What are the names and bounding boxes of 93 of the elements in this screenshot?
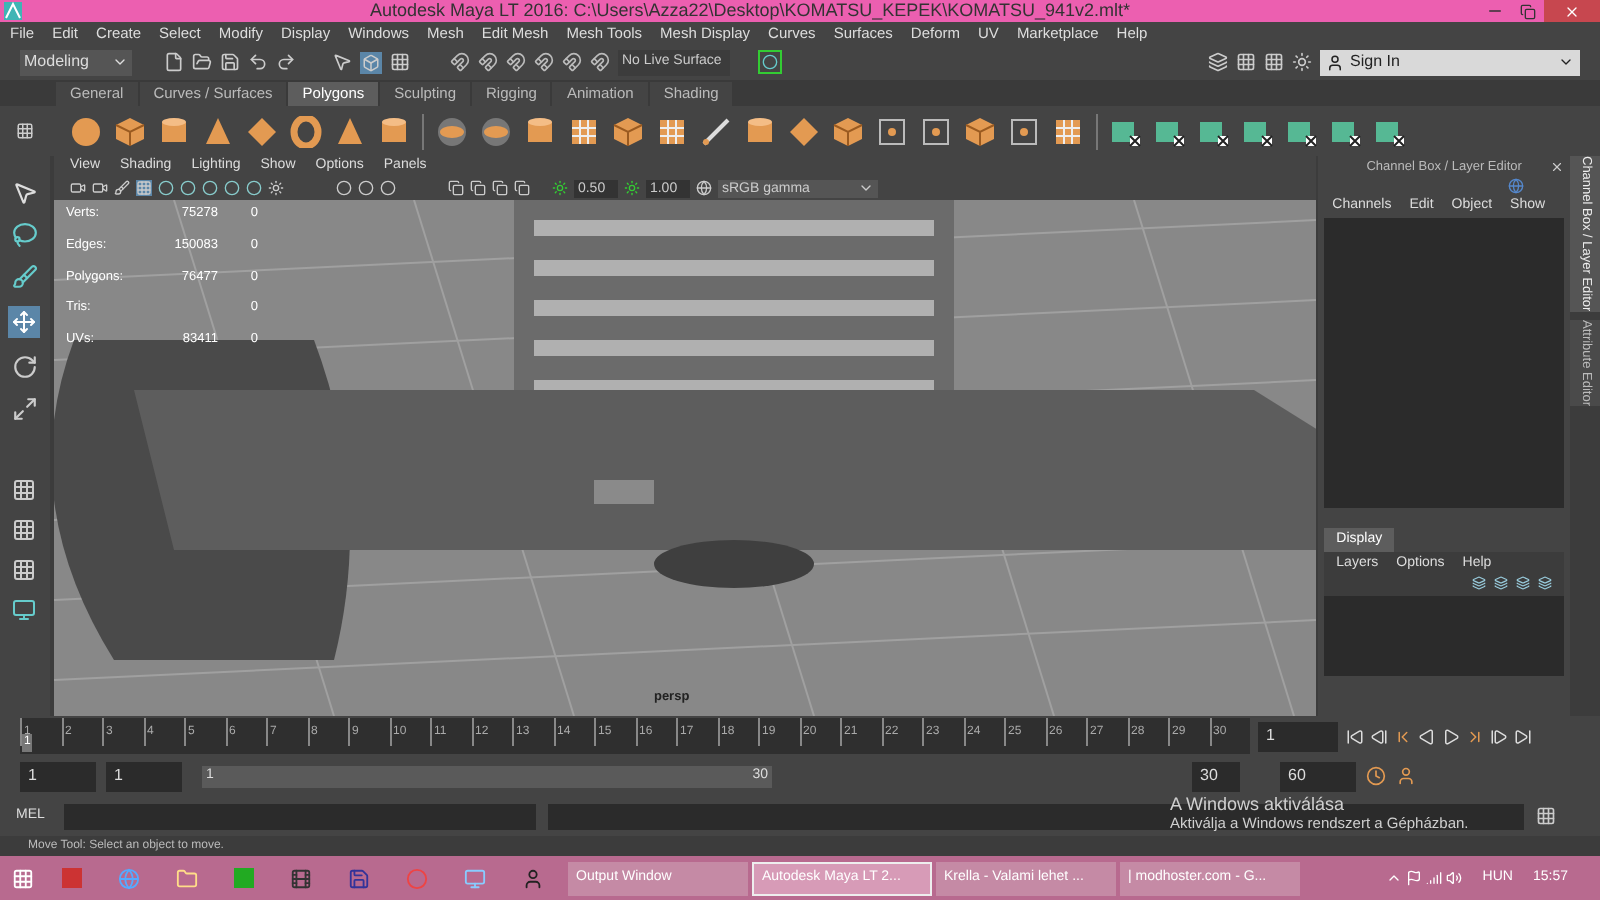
floppy-icon[interactable]	[348, 867, 370, 889]
diamond-icon[interactable]	[788, 115, 820, 147]
step-back-icon[interactable]	[1370, 727, 1388, 745]
lasso-tool-icon[interactable]	[11, 222, 38, 248]
activation-title: A Windows aktiválása	[1170, 794, 1345, 814]
cylinder-icon[interactable]	[378, 115, 410, 147]
move-icon	[12, 310, 37, 334]
disc-icon[interactable]	[436, 115, 468, 147]
play-icon[interactable]	[1442, 727, 1460, 745]
select-by-object-button[interactable]	[360, 51, 382, 73]
select-tool-icon[interactable]	[11, 180, 38, 206]
cylinder-icon[interactable]	[158, 115, 190, 147]
disc-icon[interactable]	[480, 115, 512, 147]
playback-end-field[interactable]: 30	[1192, 761, 1240, 791]
caret-icon	[1558, 54, 1574, 70]
render-button[interactable]	[758, 50, 782, 74]
cube-icon[interactable]	[612, 115, 644, 147]
layer-icon[interactable]	[1472, 576, 1486, 590]
restore-icon[interactable]	[1520, 3, 1536, 19]
magnet-icon[interactable]	[590, 52, 610, 72]
layer-icon[interactable]	[1538, 576, 1552, 590]
mode-dropdown[interactable]: Modeling	[20, 49, 132, 75]
folder-icon[interactable]	[176, 867, 198, 889]
grid-icon[interactable]	[568, 115, 600, 147]
go-to-end-icon[interactable]	[1514, 727, 1532, 745]
cube-icon[interactable]	[964, 115, 996, 147]
undo-icon[interactable]	[248, 52, 268, 72]
figure-icon[interactable]	[522, 867, 544, 889]
frame-icon[interactable]	[920, 115, 952, 147]
magnet-icon[interactable]	[450, 52, 470, 72]
film-icon[interactable]	[290, 867, 312, 889]
window-title: Autodesk Maya LT 2016: C:\Users\Azza22\Desktop\KOMATSU_KEPEK\KOMATSU_941v2.mlt*	[370, 0, 1130, 22]
cylinder-icon[interactable]	[744, 115, 776, 147]
playback-start-field[interactable]: 1	[106, 761, 182, 791]
brush-icon[interactable]	[113, 180, 130, 196]
cube-icon	[362, 53, 380, 71]
sign-in-dropdown[interactable]: Sign In	[1320, 49, 1580, 75]
new-file-icon[interactable]	[164, 52, 184, 72]
magnet-icon[interactable]	[562, 52, 582, 72]
folder-icon[interactable]	[192, 52, 212, 72]
volume-icon[interactable]	[1446, 870, 1463, 886]
diamond-icon[interactable]	[246, 115, 278, 147]
frame-icon[interactable]	[876, 115, 908, 147]
magnet-icon[interactable]	[478, 52, 498, 72]
close-icon[interactable]	[1550, 160, 1564, 174]
layer-icon[interactable]	[1494, 576, 1508, 590]
redo-icon[interactable]	[276, 52, 296, 72]
grid-icon[interactable]	[656, 115, 688, 147]
command-input-field[interactable]	[64, 803, 536, 829]
cylinder-icon[interactable]	[524, 115, 556, 147]
close-icon	[1564, 3, 1580, 19]
grid-toggle-button[interactable]	[135, 180, 152, 196]
character-icon[interactable]	[1396, 766, 1416, 786]
app-logo-icon	[4, 2, 22, 20]
go-to-start-icon[interactable]	[1346, 727, 1364, 745]
cone-icon[interactable]	[334, 115, 366, 147]
current-time-field[interactable]: 1	[1258, 721, 1338, 751]
tray-expand-icon[interactable]	[1386, 870, 1403, 886]
rotate-tool-icon[interactable]	[11, 354, 38, 380]
paint-select-icon[interactable]	[11, 264, 38, 290]
clock-icon[interactable]	[1366, 766, 1386, 786]
grid-icon	[135, 180, 152, 196]
move-tool-button[interactable]	[8, 306, 41, 338]
layers-icon[interactable]	[1208, 52, 1228, 72]
next-key-icon[interactable]	[1466, 727, 1484, 745]
sphere-icon[interactable]	[70, 115, 102, 147]
previous-key-icon[interactable]	[1394, 727, 1412, 745]
caret-icon	[112, 54, 128, 70]
start-time-field[interactable]: 1	[20, 761, 96, 791]
flag-icon[interactable]	[1406, 870, 1423, 886]
monitor-icon[interactable]	[12, 598, 37, 622]
light-icon[interactable]	[267, 180, 284, 196]
play-backwards-icon[interactable]	[1418, 727, 1436, 745]
layer-icon[interactable]	[1516, 576, 1530, 590]
camera-icon[interactable]	[69, 180, 86, 196]
save-icon[interactable]	[220, 52, 240, 72]
grid-icon[interactable]	[1052, 115, 1084, 147]
select-by-hierarchy-icon[interactable]	[332, 52, 352, 72]
pen-icon[interactable]	[700, 115, 732, 147]
end-time-field[interactable]: 60	[1280, 761, 1356, 791]
circle-icon	[762, 54, 778, 70]
scale-tool-icon[interactable]	[11, 396, 38, 422]
cube-icon[interactable]	[832, 115, 864, 147]
magnet-icon[interactable]	[534, 52, 554, 72]
cone-icon[interactable]	[202, 115, 234, 147]
step-forward-icon[interactable]	[1490, 727, 1508, 745]
signal-icon[interactable]	[1426, 870, 1443, 886]
magnet-icon[interactable]	[506, 52, 526, 72]
frame-icon[interactable]	[1008, 115, 1040, 147]
user-icon	[1326, 53, 1344, 71]
cube-icon[interactable]	[114, 115, 146, 147]
torus-icon[interactable]	[290, 115, 322, 147]
camera-icon[interactable]	[91, 180, 108, 196]
